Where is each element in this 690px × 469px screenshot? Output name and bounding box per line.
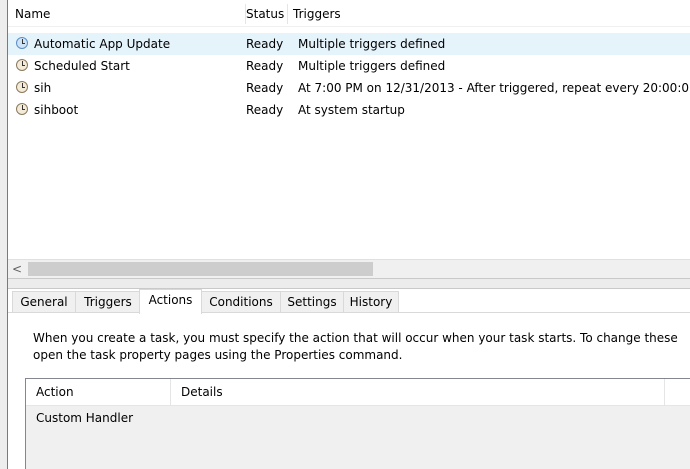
actions-description: When you create a task, you must specify… (33, 330, 690, 364)
scroll-left-arrow-icon[interactable]: < (8, 260, 26, 278)
pane-splitter[interactable] (8, 278, 690, 289)
column-header-name-label: Name (15, 7, 51, 21)
task-row-automatic-app-update[interactable]: Automatic App Update Ready Multiple trig… (8, 33, 690, 55)
actions-grid-header: Action Details (26, 379, 690, 406)
column-header-action[interactable]: Action (26, 379, 171, 405)
task-row-scheduled-start[interactable]: Scheduled Start Ready Multiple triggers … (8, 55, 690, 77)
scrollbar-thumb[interactable] (28, 262, 373, 276)
task-name: sih (34, 81, 52, 95)
task-status: Ready (246, 103, 284, 117)
tab-label: Triggers (84, 295, 132, 309)
actions-grid: Action Details Custom Handler (25, 378, 690, 469)
task-clock-icon (16, 59, 28, 71)
tab-strip-baseline (8, 312, 690, 313)
column-header-triggers-label: Triggers (293, 7, 341, 21)
tab-history[interactable]: History (343, 291, 399, 312)
task-triggers: Multiple triggers defined (298, 37, 446, 51)
task-name: Automatic App Update (34, 37, 171, 51)
left-frame-border (0, 0, 8, 469)
tab-label: General (20, 295, 68, 309)
tab-general[interactable]: General (12, 291, 76, 312)
tab-triggers[interactable]: Triggers (75, 291, 141, 312)
task-clock-icon (16, 103, 28, 115)
task-status: Ready (246, 37, 284, 51)
task-triggers: Multiple triggers defined (298, 59, 446, 73)
tab-settings[interactable]: Settings (280, 291, 344, 312)
column-header-status[interactable]: Status (240, 4, 288, 24)
task-triggers: At system startup (298, 103, 405, 117)
column-header-name[interactable]: Name (9, 4, 246, 24)
tab-label: History (349, 295, 393, 309)
task-status: Ready (246, 59, 284, 73)
column-header-details-label: Details (181, 385, 223, 399)
tab-actions[interactable]: Actions (139, 289, 202, 314)
task-clock-icon (16, 81, 28, 93)
task-row-sih[interactable]: sih Ready At 7:00 PM on 12/31/2013 - Aft… (8, 77, 690, 99)
task-triggers: At 7:00 PM on 12/31/2013 - After trigger… (298, 81, 689, 95)
task-name: Scheduled Start (34, 59, 130, 73)
tab-label: Conditions (209, 295, 273, 309)
task-clock-icon (16, 37, 28, 49)
action-row[interactable]: Custom Handler (26, 407, 690, 429)
task-row-sihboot[interactable]: sihboot Ready At system startup (8, 99, 690, 121)
task-status: Ready (246, 81, 284, 95)
tab-label: Actions (148, 293, 193, 307)
column-header-triggers[interactable]: Triggers (287, 4, 689, 24)
tab-label: Settings (287, 295, 337, 309)
action-type: Custom Handler (36, 411, 134, 425)
detail-tabs: General Triggers Actions Conditions Sett… (8, 289, 690, 314)
column-header-details[interactable]: Details (171, 379, 665, 405)
horizontal-scrollbar[interactable]: < (8, 259, 690, 278)
actions-description-line-1: When you create a task, you must specify… (33, 331, 678, 345)
task-name: sihboot (34, 103, 79, 117)
column-header-action-label: Action (36, 385, 74, 399)
header-separator (8, 26, 690, 27)
actions-description-line-2: open the task property pages using the P… (33, 348, 403, 362)
tab-conditions[interactable]: Conditions (201, 291, 281, 312)
column-header-status-label: Status (246, 7, 285, 21)
